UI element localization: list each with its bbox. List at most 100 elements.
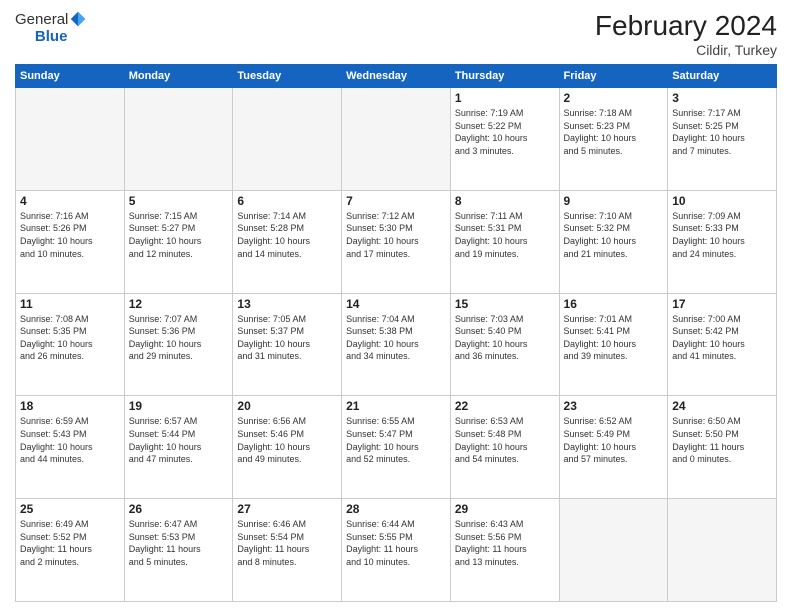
table-row: 11Sunrise: 7:08 AM Sunset: 5:35 PM Dayli… [16,293,125,396]
title-location: Cildir, Turkey [595,42,777,58]
day-info: Sunrise: 6:43 AM Sunset: 5:56 PM Dayligh… [455,518,555,568]
day-number: 12 [129,297,229,311]
header-sunday: Sunday [16,65,125,88]
day-number: 13 [237,297,337,311]
table-row: 16Sunrise: 7:01 AM Sunset: 5:41 PM Dayli… [559,293,668,396]
day-info: Sunrise: 7:03 AM Sunset: 5:40 PM Dayligh… [455,313,555,363]
day-number: 5 [129,194,229,208]
header-thursday: Thursday [450,65,559,88]
table-row: 22 Sunrise: 6:53 AM Sunset: 5:48 PM Dayli… [450,396,559,499]
calendar-week-row: 18 Sunrise: 6:59 AM Sunset: 5:43 PM Dayli… [16,396,777,499]
table-row: 29Sunrise: 6:43 AM Sunset: 5:56 PM Dayli… [450,499,559,602]
day-info: Sunrise: 7:01 AM Sunset: 5:41 PM Dayligh… [564,313,664,363]
day-number: 28 [346,502,446,516]
day-number: 27 [237,502,337,516]
day-info: Sunrise: 7:10 AM Sunset: 5:32 PM Dayligh… [564,210,664,260]
calendar-table: Sunday Monday Tuesday Wednesday Thursday… [15,64,777,602]
table-row: 24Sunrise: 6:50 AM Sunset: 5:50 PM Dayli… [668,396,777,499]
table-row: 3 Sunrise: 7:17 AM Sunset: 5:25 PM Daylig… [668,88,777,191]
table-row [342,88,451,191]
table-row [668,499,777,602]
calendar-header-row: Sunday Monday Tuesday Wednesday Thursday… [16,65,777,88]
day-info: Sunrise: 7:07 AM Sunset: 5:36 PM Dayligh… [129,313,229,363]
day-info: Sunrise: 7:19 AM Sunset: 5:22 PM Dayligh… [455,107,555,157]
day-number: 23 [564,399,664,413]
day-number: 8 [455,194,555,208]
day-info: Sunrise: 7:18 AM Sunset: 5:23 PM Dayligh… [564,107,664,157]
table-row: 5Sunrise: 7:15 AM Sunset: 5:27 PM Daylig… [124,190,233,293]
table-row: 27 Sunrise: 6:46 AM Sunset: 5:54 PM Dayli… [233,499,342,602]
table-row: 21 Sunrise: 6:55 AM Sunset: 5:47 PM Dayli… [342,396,451,499]
table-row: 7Sunrise: 7:12 AM Sunset: 5:30 PM Daylig… [342,190,451,293]
table-row [124,88,233,191]
table-row: 4 Sunrise: 7:16 AM Sunset: 5:26 PM Daylig… [16,190,125,293]
table-row: 17Sunrise: 7:00 AM Sunset: 5:42 PM Dayli… [668,293,777,396]
header-tuesday: Tuesday [233,65,342,88]
table-row: 19Sunrise: 6:57 AM Sunset: 5:44 PM Dayli… [124,396,233,499]
table-row: 20 Sunrise: 6:56 AM Sunset: 5:46 PM Dayli… [233,396,342,499]
logo-icon [69,10,87,28]
table-row [16,88,125,191]
calendar-week-row: 25 Sunrise: 6:49 AM Sunset: 5:52 PM Dayli… [16,499,777,602]
logo: General Blue [15,10,87,45]
header-saturday: Saturday [668,65,777,88]
table-row: 28Sunrise: 6:44 AM Sunset: 5:55 PM Dayli… [342,499,451,602]
table-row [233,88,342,191]
table-row: 14Sunrise: 7:04 AM Sunset: 5:38 PM Dayli… [342,293,451,396]
day-info: Sunrise: 6:53 AM Sunset: 5:48 PM Dayligh… [455,415,555,465]
calendar-week-row: 11Sunrise: 7:08 AM Sunset: 5:35 PM Dayli… [16,293,777,396]
day-info: Sunrise: 6:46 AM Sunset: 5:54 PM Dayligh… [237,518,337,568]
day-info: Sunrise: 6:49 AM Sunset: 5:52 PM Dayligh… [20,518,120,568]
day-number: 22 [455,399,555,413]
day-number: 4 [20,194,120,208]
logo-blue-text: Blue [35,28,68,45]
day-info: Sunrise: 7:08 AM Sunset: 5:35 PM Dayligh… [20,313,120,363]
table-row: 10 Sunrise: 7:09 AM Sunset: 5:33 PM Dayli… [668,190,777,293]
title-month: February 2024 [595,10,777,42]
day-number: 15 [455,297,555,311]
calendar-week-row: 4 Sunrise: 7:16 AM Sunset: 5:26 PM Daylig… [16,190,777,293]
day-number: 21 [346,399,446,413]
calendar-week-row: 1 Sunrise: 7:19 AM Sunset: 5:22 PM Daylig… [16,88,777,191]
header-friday: Friday [559,65,668,88]
day-info: Sunrise: 6:59 AM Sunset: 5:43 PM Dayligh… [20,415,120,465]
day-number: 10 [672,194,772,208]
day-number: 1 [455,91,555,105]
day-number: 3 [672,91,772,105]
table-row: 2 Sunrise: 7:18 AM Sunset: 5:23 PM Daylig… [559,88,668,191]
day-info: Sunrise: 7:14 AM Sunset: 5:28 PM Dayligh… [237,210,337,260]
day-info: Sunrise: 7:17 AM Sunset: 5:25 PM Dayligh… [672,107,772,157]
day-number: 2 [564,91,664,105]
day-info: Sunrise: 7:11 AM Sunset: 5:31 PM Dayligh… [455,210,555,260]
day-info: Sunrise: 6:50 AM Sunset: 5:50 PM Dayligh… [672,415,772,465]
header-monday: Monday [124,65,233,88]
day-info: Sunrise: 6:55 AM Sunset: 5:47 PM Dayligh… [346,415,446,465]
day-number: 20 [237,399,337,413]
header: General Blue February 2024 Cildir, Turke… [15,10,777,58]
table-row: 15 Sunrise: 7:03 AM Sunset: 5:40 PM Dayli… [450,293,559,396]
table-row: 9 Sunrise: 7:10 AM Sunset: 5:32 PM Daylig… [559,190,668,293]
day-number: 9 [564,194,664,208]
table-row: 18 Sunrise: 6:59 AM Sunset: 5:43 PM Dayli… [16,396,125,499]
day-number: 26 [129,502,229,516]
day-number: 17 [672,297,772,311]
table-row: 23 Sunrise: 6:52 AM Sunset: 5:49 PM Dayli… [559,396,668,499]
day-info: Sunrise: 6:47 AM Sunset: 5:53 PM Dayligh… [129,518,229,568]
table-row: 25 Sunrise: 6:49 AM Sunset: 5:52 PM Dayli… [16,499,125,602]
day-number: 25 [20,502,120,516]
table-row: 1 Sunrise: 7:19 AM Sunset: 5:22 PM Daylig… [450,88,559,191]
page: General Blue February 2024 Cildir, Turke… [0,0,792,612]
day-number: 6 [237,194,337,208]
table-row: 12 Sunrise: 7:07 AM Sunset: 5:36 PM Dayli… [124,293,233,396]
table-row [559,499,668,602]
day-info: Sunrise: 6:52 AM Sunset: 5:49 PM Dayligh… [564,415,664,465]
table-row: 26 Sunrise: 6:47 AM Sunset: 5:53 PM Dayli… [124,499,233,602]
day-info: Sunrise: 7:16 AM Sunset: 5:26 PM Dayligh… [20,210,120,260]
day-number: 18 [20,399,120,413]
day-number: 19 [129,399,229,413]
day-info: Sunrise: 7:09 AM Sunset: 5:33 PM Dayligh… [672,210,772,260]
day-info: Sunrise: 7:05 AM Sunset: 5:37 PM Dayligh… [237,313,337,363]
day-info: Sunrise: 6:56 AM Sunset: 5:46 PM Dayligh… [237,415,337,465]
title-block: February 2024 Cildir, Turkey [595,10,777,58]
table-row: 6 Sunrise: 7:14 AM Sunset: 5:28 PM Daylig… [233,190,342,293]
